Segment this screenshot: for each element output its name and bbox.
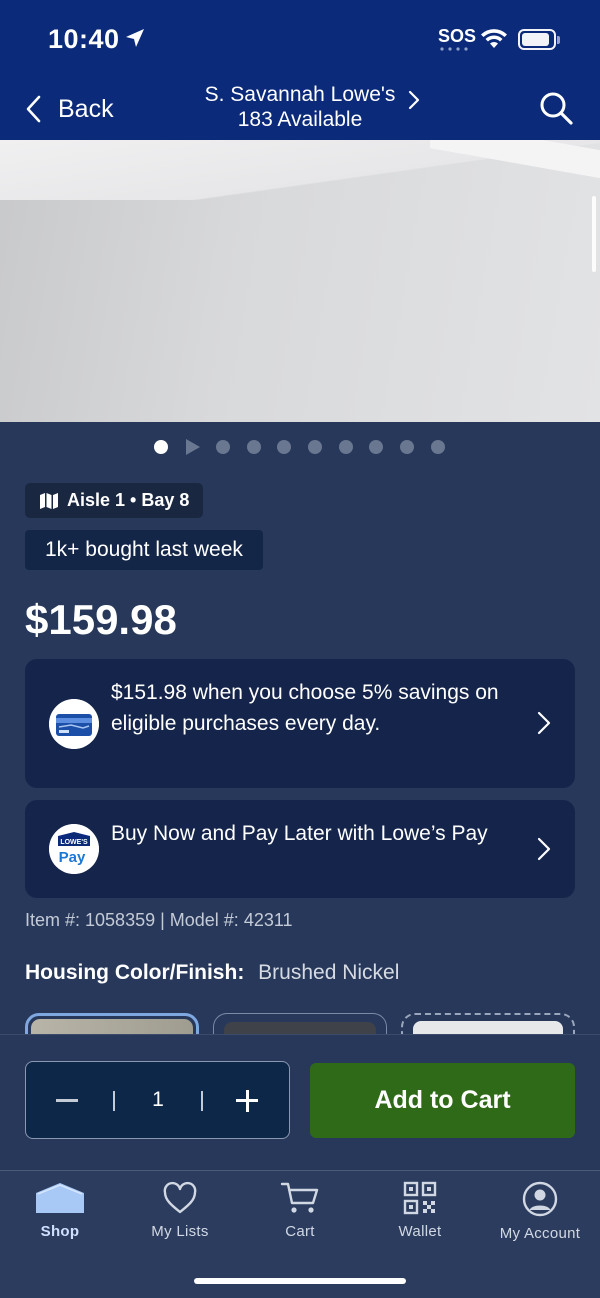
housing-label: Housing Color/Finish: — [25, 961, 245, 984]
store-name: S. Savannah Lowe's — [204, 83, 396, 106]
bought-last-week-badge: 1k+ bought last week — [25, 530, 263, 570]
aisle-badge[interactable]: Aisle 1 • Bay 8 — [25, 483, 204, 518]
tab-label: My Lists — [151, 1223, 209, 1240]
chevron-right-icon — [408, 90, 420, 110]
purchase-panel: 1 Add to Cart — [0, 1034, 600, 1170]
carousel-dot[interactable] — [400, 440, 414, 454]
back-button[interactable]: Back — [24, 92, 114, 126]
home-indicator[interactable] — [194, 1278, 406, 1284]
shop-icon — [36, 1183, 84, 1213]
video-play-icon[interactable] — [186, 439, 200, 455]
search-icon[interactable] — [536, 88, 576, 128]
location-arrow-icon — [126, 29, 144, 47]
carousel-dot[interactable] — [216, 440, 230, 454]
tab-label: Cart — [285, 1223, 315, 1240]
carousel-dot[interactable] — [308, 440, 322, 454]
tab-label: Wallet — [398, 1223, 442, 1240]
carousel-dot[interactable] — [369, 440, 383, 454]
store-selector[interactable]: S. Savannah Lowe's 183 Available — [180, 82, 420, 132]
lowes-pay-card[interactable]: LOWE'S Pay Buy Now and Pay Later with Lo… — [25, 800, 575, 898]
carousel-dot[interactable] — [431, 440, 445, 454]
quantity-stepper[interactable]: 1 — [25, 1061, 290, 1139]
increase-quantity-button[interactable] — [236, 1090, 258, 1112]
stepper-divider — [113, 1091, 115, 1111]
chevron-right-icon — [537, 711, 551, 735]
tab-cart[interactable]: Cart — [240, 1181, 360, 1261]
housing-value: Brushed Nickel — [258, 961, 400, 984]
lowes-pay-text: Buy Now and Pay Later with Lowe’s Pay — [111, 822, 488, 845]
carousel-dot-active[interactable] — [154, 440, 168, 454]
svg-text:LOWE'S: LOWE'S — [60, 839, 88, 846]
wifi-icon — [481, 29, 507, 48]
product-price: $159.98 — [25, 596, 177, 643]
status-bar: 10:40 SOS — [0, 0, 600, 78]
carousel-dots — [0, 438, 600, 456]
nav-bar: Back S. Savannah Lowe's 183 Available — [0, 78, 600, 140]
tab-wallet[interactable]: Wallet — [360, 1181, 480, 1261]
chevron-left-icon — [26, 95, 41, 123]
battery-icon — [518, 29, 560, 50]
tab-my-lists[interactable]: My Lists — [120, 1181, 240, 1261]
stepper-divider — [201, 1091, 203, 1111]
carousel-dot[interactable] — [277, 440, 291, 454]
account-icon — [522, 1181, 558, 1217]
carousel-dot[interactable] — [339, 440, 353, 454]
credit-savings-text: $151.98 when you choose 5% savings on el… — [111, 681, 499, 735]
status-time: 10:40 — [48, 24, 120, 54]
store-availability: 183 Available — [237, 108, 363, 131]
map-icon — [40, 492, 58, 509]
heart-icon — [163, 1181, 197, 1214]
item-model-number: Item #: 1058359 | Model #: 42311 — [25, 910, 293, 930]
lowes-pay-icon: LOWE'S Pay — [49, 824, 99, 874]
housing-finish-row: Housing Color/Finish: Brushed Nickel — [25, 961, 399, 985]
tab-shop[interactable]: Shop — [0, 1181, 120, 1261]
tab-my-account[interactable]: My Account — [480, 1181, 600, 1261]
aisle-location: Aisle 1 • Bay 8 — [67, 490, 190, 510]
back-label: Back — [58, 94, 114, 123]
sos-indicator: SOS — [438, 26, 477, 46]
tab-label: My Account — [499, 1225, 581, 1242]
qr-code-icon — [403, 1181, 437, 1215]
carousel-dot[interactable] — [247, 440, 261, 454]
chevron-right-icon — [537, 837, 551, 861]
quantity-value[interactable]: 1 — [138, 1088, 178, 1112]
tab-label: Shop — [40, 1223, 80, 1240]
svg-text:Pay: Pay — [59, 849, 86, 866]
lowes-credit-card-icon — [49, 699, 99, 749]
credit-savings-card[interactable]: $151.98 when you choose 5% savings on el… — [25, 659, 575, 788]
decrease-quantity-button[interactable] — [56, 1099, 78, 1102]
product-image[interactable] — [0, 140, 600, 422]
cart-icon — [280, 1182, 319, 1213]
image-scroll-indicator — [592, 196, 596, 272]
add-to-cart-button[interactable]: Add to Cart — [310, 1063, 575, 1138]
signal-dots-icon — [440, 47, 468, 51]
